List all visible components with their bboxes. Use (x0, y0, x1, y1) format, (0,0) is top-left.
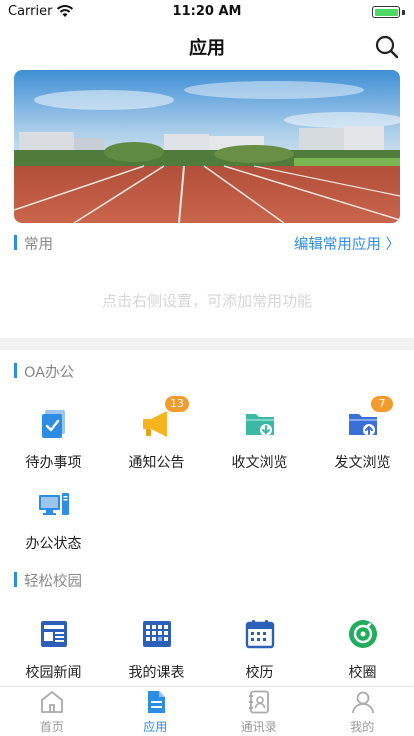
calendar-icon (245, 620, 275, 649)
section-marker (14, 363, 17, 378)
campus-section-title: 轻松校园 (24, 574, 82, 590)
oa-section-title: OA办公 (24, 365, 75, 381)
unread-badge: 7 (371, 396, 393, 412)
app-school-calendar[interactable]: 校历 (208, 618, 311, 688)
status-bar: Carrier 11:20 AM (0, 0, 414, 24)
common-section-title: 常用 (24, 237, 53, 253)
tab-label: 通讯录 (240, 720, 277, 734)
compass-icon (349, 620, 377, 648)
folder-upload-icon (349, 414, 377, 436)
tab-me[interactable]: 我的 (311, 687, 414, 736)
app-label: 通知公告 (128, 455, 185, 471)
app-label: 发文浏览 (334, 455, 391, 471)
edit-common-apps-link[interactable]: 编辑常用应用 〉 (294, 233, 400, 254)
tab-label: 首页 (39, 720, 64, 734)
schedule-grid-icon (143, 621, 171, 647)
tab-home[interactable]: 首页 (0, 687, 104, 736)
oa-section-header: OA办公 (14, 361, 400, 381)
megaphone-icon (143, 411, 167, 437)
app-campus-circle[interactable]: 校圈 (311, 618, 414, 688)
section-separator (0, 338, 414, 350)
search-icon[interactable] (374, 34, 400, 60)
tab-label: 我的 (350, 720, 375, 734)
campus-section-header: 轻松校园 (14, 570, 400, 590)
app-received-docs[interactable]: 收文浏览 (208, 408, 311, 478)
empty-common-hint: 点击右侧设置，可添加常用功能 (101, 292, 312, 310)
app-sent-docs[interactable]: 7 发文浏览 (311, 396, 414, 478)
tab-label: 应用 (143, 720, 168, 734)
bottom-tab-bar: 首页 应用 通讯录 我的 (0, 686, 414, 736)
app-todo[interactable]: 待办事项 (2, 408, 105, 478)
running-track-photo (14, 70, 400, 223)
person-icon (351, 691, 374, 714)
battery-icon (372, 6, 400, 18)
section-marker (14, 235, 17, 250)
battery-cap (402, 10, 405, 15)
app-label: 待办事项 (25, 455, 82, 471)
tab-apps[interactable]: 应用 (104, 687, 208, 736)
clock: 11:20 AM (172, 4, 242, 19)
app-label: 校圈 (348, 665, 377, 681)
unread-badge: 13 (165, 396, 189, 412)
app-label: 校历 (245, 665, 274, 681)
nav-bar: 应用 (0, 24, 414, 68)
news-icon (41, 621, 67, 647)
app-label: 我的课表 (128, 665, 185, 681)
home-icon (41, 691, 63, 713)
app-label: 收文浏览 (231, 455, 288, 471)
app-document-icon (147, 691, 165, 713)
app-my-schedule[interactable]: 我的课表 (105, 618, 208, 688)
tab-contacts[interactable]: 通讯录 (207, 687, 311, 736)
section-marker (14, 572, 17, 587)
app-notices[interactable]: 13 通知公告 (105, 396, 208, 478)
page-title: 应用 (189, 38, 225, 59)
app-label: 办公状态 (25, 536, 82, 552)
folder-download-icon (246, 414, 274, 436)
todo-icon (42, 410, 65, 438)
computer-icon (39, 493, 69, 515)
contacts-icon (249, 690, 269, 714)
banner-image[interactable] (14, 70, 400, 223)
app-label: 校园新闻 (25, 665, 82, 681)
app-campus-news[interactable]: 校园新闻 (2, 618, 105, 688)
app-office-status[interactable]: 办公状态 (2, 489, 105, 559)
common-section-header: 常用 编辑常用应用 〉 (14, 233, 400, 253)
